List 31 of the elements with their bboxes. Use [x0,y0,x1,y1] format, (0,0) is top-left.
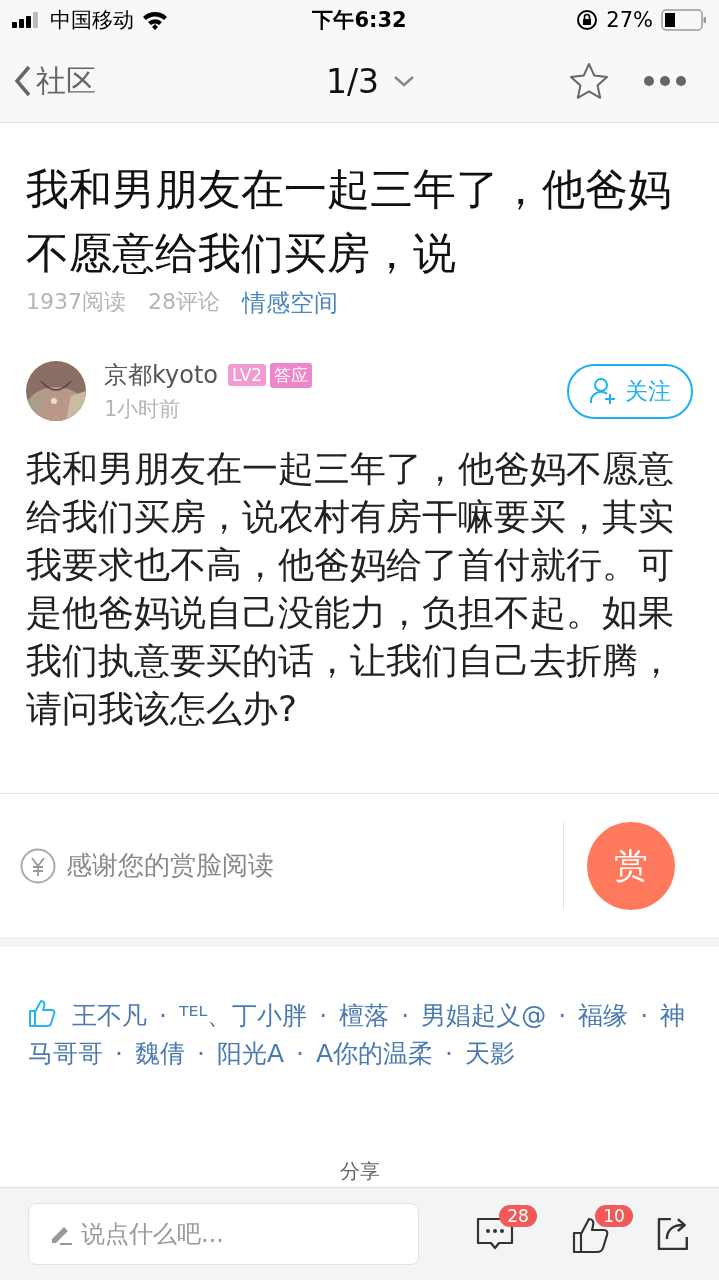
reward-text: 感谢您的赏脸阅读 [66,849,274,882]
user-badge: LV2 [228,364,267,386]
rotation-lock-icon [576,9,599,31]
carrier-name: 中国移动 [50,7,134,34]
liker-list: 王不凡 · ᵀᴱᴸ、丁小胖 · 檀落 · 男娼起义@ · 福缘 · 神马哥哥 · 魏倩 · 阳光A · A你的温柔 · 天影 [28,997,691,1073]
add-user-icon [589,377,617,405]
user-badge: 答应 [270,362,313,388]
comment-input-field[interactable]: 说点什么吧... [28,1203,420,1265]
back-chevron-icon [14,65,32,97]
share-label: 分享 [339,1158,380,1185]
category-link[interactable]: 情感空间 [242,287,338,319]
comment-count: 28评论 [148,288,220,316]
chevron-down-icon [393,75,416,87]
page-selector[interactable]: 1/3 [326,61,416,101]
battery-icon [661,9,707,31]
star-icon[interactable] [569,62,609,100]
comment-count-badge: 28 [499,1205,537,1227]
more-icon[interactable] [643,75,687,87]
share-icon[interactable] [655,1215,691,1253]
wifi-icon [142,10,168,30]
back-button[interactable]: 社区 [14,60,96,102]
yuan-coin-icon [20,847,56,884]
like-count-badge: 10 [595,1205,633,1227]
post-title: 我和男朋友在一起三年了，他爸妈不愿意给我们买房，说 [26,163,672,280]
read-count: 1937阅读 [26,288,126,316]
post-body: 我和男朋友在一起三年了，他爸妈不愿意给我们买房，说农村有房干嘛要买，其实我要求也不高，他爸妈给了首付就行。可是他爸妈说自己没能力，负担不起。如果我们执意要买的话，让我们自己去折腾，请问我该怎么办? [26,447,675,731]
thumbs-up-icon [28,998,56,1028]
battery-percent: 27% [606,8,653,32]
status-time: 下午6:32 [312,7,407,34]
post-time: 1小时前 [104,396,182,423]
author-name[interactable]: 京都kyoto [104,359,219,391]
